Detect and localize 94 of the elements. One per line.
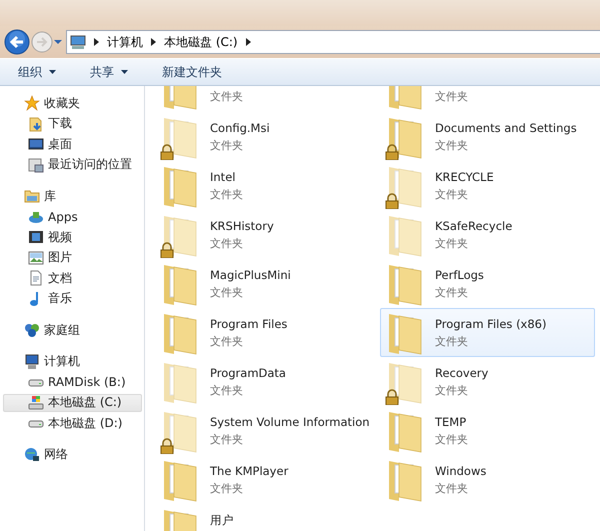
folder-name: TEMP: [435, 415, 468, 429]
sidebar-item[interactable]: 音乐: [3, 290, 142, 308]
toolbar-button[interactable]: 共享: [84, 60, 134, 84]
folder-name: MagicPlusMini: [210, 268, 291, 282]
sidebar-item[interactable]: 最近访问的位置: [3, 156, 142, 174]
folder-item[interactable]: 用户: [155, 504, 380, 531]
folder-name: Windows: [435, 464, 486, 478]
sidebar-header[interactable]: 计算机: [3, 352, 142, 371]
folder-type: 文件夹: [435, 138, 469, 153]
sidebar-item[interactable]: 本地磁盘 (D:): [3, 414, 142, 432]
folder-name: The KMPlayer: [210, 464, 288, 478]
chevron-icon: [246, 38, 251, 46]
folder-type: 文件夹: [435, 236, 469, 251]
folder-type: 文件夹: [435, 334, 469, 349]
sidebar-item[interactable]: 本地磁盘 (C:): [3, 394, 142, 412]
folder-item[interactable]: 文件夹: [380, 86, 595, 112]
system-drive-icon: [28, 394, 44, 411]
folder-item[interactable]: Windows 文件夹: [380, 455, 595, 504]
address-bar[interactable]: 计算机 本地磁盘 (C:): [66, 30, 600, 54]
library-icon: [24, 188, 40, 204]
download-folder-icon: [28, 116, 44, 132]
folder-name: Recovery: [435, 366, 488, 380]
sidebar-header[interactable]: 网络: [3, 446, 142, 464]
folder-type: 文件夹: [210, 285, 244, 300]
sidebar-header[interactable]: 收藏夹: [3, 94, 142, 112]
folder-type: 文件夹: [435, 432, 468, 447]
folder-type: 文件夹: [210, 187, 243, 202]
folder-type: 文件夹: [210, 334, 244, 349]
folder-item[interactable]: KRECYCLE 文件夹: [380, 161, 595, 210]
folder-type: 文件夹: [210, 383, 244, 398]
folder-item[interactable]: Documents and Settings 文件夹: [380, 112, 595, 161]
folder-item[interactable]: Recovery 文件夹: [380, 357, 595, 406]
sidebar-item[interactable]: 桌面: [3, 135, 142, 154]
folder-item[interactable]: 文件夹: [155, 86, 380, 112]
folder-item[interactable]: TEMP 文件夹: [380, 406, 595, 455]
sidebar-item[interactable]: RAMDisk (B:): [3, 373, 142, 392]
folder-item[interactable]: MagicPlusMini 文件夹: [155, 259, 380, 308]
folder-name: 用户: [210, 513, 234, 528]
folder-name: PerfLogs: [435, 268, 484, 282]
folder-type: 文件夹: [210, 236, 244, 251]
folder-type: 文件夹: [435, 383, 469, 398]
folder-item[interactable]: KRSHistory 文件夹: [155, 210, 380, 259]
star-icon: [24, 95, 40, 112]
sidebar-header[interactable]: 库: [3, 187, 142, 206]
folder-name: KRECYCLE: [435, 170, 494, 184]
sidebar-item[interactable]: 下载: [3, 114, 142, 133]
history-dropdown[interactable]: [54, 39, 62, 45]
document-icon: [28, 270, 44, 286]
picture-icon: [28, 250, 44, 266]
folder-item[interactable]: PerfLogs 文件夹: [380, 259, 595, 308]
sidebar-header[interactable]: 家庭组: [3, 321, 142, 340]
toolbar-button[interactable]: 组织: [12, 60, 62, 84]
folder-type: 文件夹: [435, 481, 469, 496]
folder-name: Program Files: [210, 317, 288, 331]
network-icon: [24, 446, 40, 463]
sidebar-item[interactable]: 文档: [3, 269, 142, 288]
folder-item[interactable]: ProgramData 文件夹: [155, 357, 380, 406]
folder-item[interactable]: The KMPlayer 文件夹: [155, 455, 380, 504]
folder-type: 文件夹: [435, 187, 469, 202]
computer-icon: [70, 34, 86, 50]
computer-icon: [24, 354, 40, 370]
film-icon: [28, 229, 44, 246]
folder-name: Config.Msi: [210, 121, 270, 135]
chevron-icon: [94, 38, 99, 46]
breadcrumb[interactable]: 本地磁盘 (C:): [164, 34, 238, 50]
folder-name: Documents and Settings: [435, 121, 577, 135]
folder-item[interactable]: Config.Msi 文件夹: [155, 112, 380, 161]
back-button[interactable]: [4, 29, 30, 55]
folder-type: 文件夹: [210, 89, 243, 104]
folder-name: KSafeRecycle: [435, 219, 512, 233]
breadcrumb[interactable]: 计算机: [107, 34, 143, 50]
folder-item[interactable]: Program Files 文件夹: [155, 308, 380, 357]
folder-name: Program Files (x86): [435, 317, 546, 331]
folder-item[interactable]: Intel 文件夹: [155, 161, 380, 210]
folder-type: 文件夹: [210, 138, 244, 153]
sidebar-item[interactable]: 图片: [3, 248, 142, 267]
folder-type: 文件夹: [210, 432, 244, 447]
folder-item[interactable]: System Volume Information 文件夹: [155, 406, 380, 455]
desktop-icon: [28, 136, 44, 152]
folder-item[interactable]: KSafeRecycle 文件夹: [380, 210, 595, 259]
folder-name: System Volume Information: [210, 415, 370, 429]
folder-type: 文件夹: [210, 481, 244, 496]
folder-name: ProgramData: [210, 366, 286, 380]
recent-places-icon: [28, 156, 44, 173]
folder-name: KRSHistory: [210, 219, 274, 233]
sidebar-item[interactable]: Apps: [3, 208, 142, 226]
folder-name: Intel: [210, 170, 236, 184]
sidebar-item[interactable]: 视频: [3, 228, 142, 246]
folder-type: 文件夹: [435, 285, 469, 300]
folder-type: 文件夹: [435, 89, 468, 104]
toolbar-button[interactable]: 新建文件夹: [156, 60, 228, 84]
folder-item[interactable]: Program Files (x86) 文件夹: [380, 308, 595, 357]
homegroup-icon: [24, 322, 40, 338]
chevron-icon: [151, 38, 156, 46]
